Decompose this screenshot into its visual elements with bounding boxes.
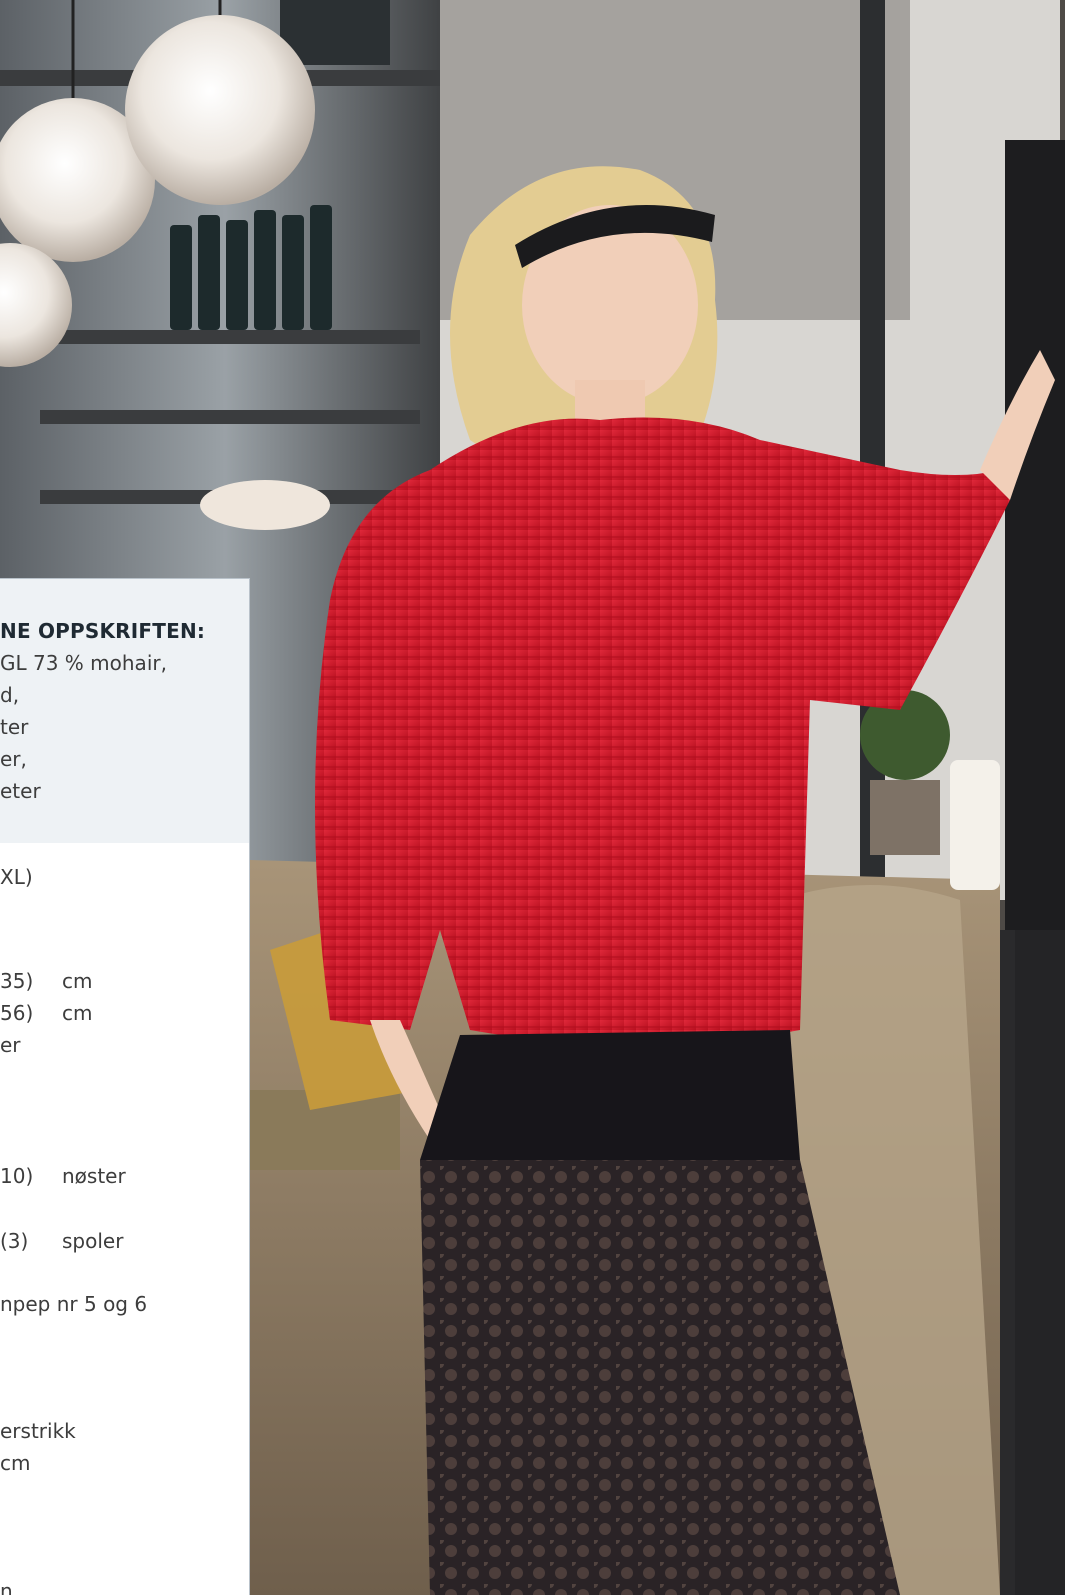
yarn-line-5: eter <box>0 779 41 803</box>
gauge-line-2: cm <box>0 1451 31 1475</box>
bottom-fragment: n <box>0 1579 13 1595</box>
measurement-note: er <box>0 1033 21 1057</box>
amount-1-value: 10) <box>0 1164 34 1188</box>
amount-2-unit: spoler <box>62 1229 124 1253</box>
measurement-1-unit: cm <box>62 969 93 993</box>
measurement-1-value: 35) <box>0 969 34 993</box>
measurement-2-unit: cm <box>62 1001 93 1025</box>
measurement-2-value: 56) <box>0 1001 34 1025</box>
yarn-line-2: d, <box>0 683 20 707</box>
amount-2-value: (3) <box>0 1229 29 1253</box>
needles-line: npep nr 5 og 6 <box>0 1292 148 1316</box>
panel-title: NE OPPSKRIFTEN: <box>0 619 206 643</box>
gauge-line-1: erstrikk <box>0 1419 76 1443</box>
yarn-line-4: er, <box>0 747 27 771</box>
size-line: XL) <box>0 865 33 889</box>
pattern-info-panel: NE OPPSKRIFTEN: GL 73 % mohair, d, ter e… <box>0 578 250 1595</box>
amount-1-unit: nøster <box>62 1164 126 1188</box>
yarn-line-1: GL 73 % mohair, <box>0 651 167 675</box>
yarn-line-3: ter <box>0 715 29 739</box>
